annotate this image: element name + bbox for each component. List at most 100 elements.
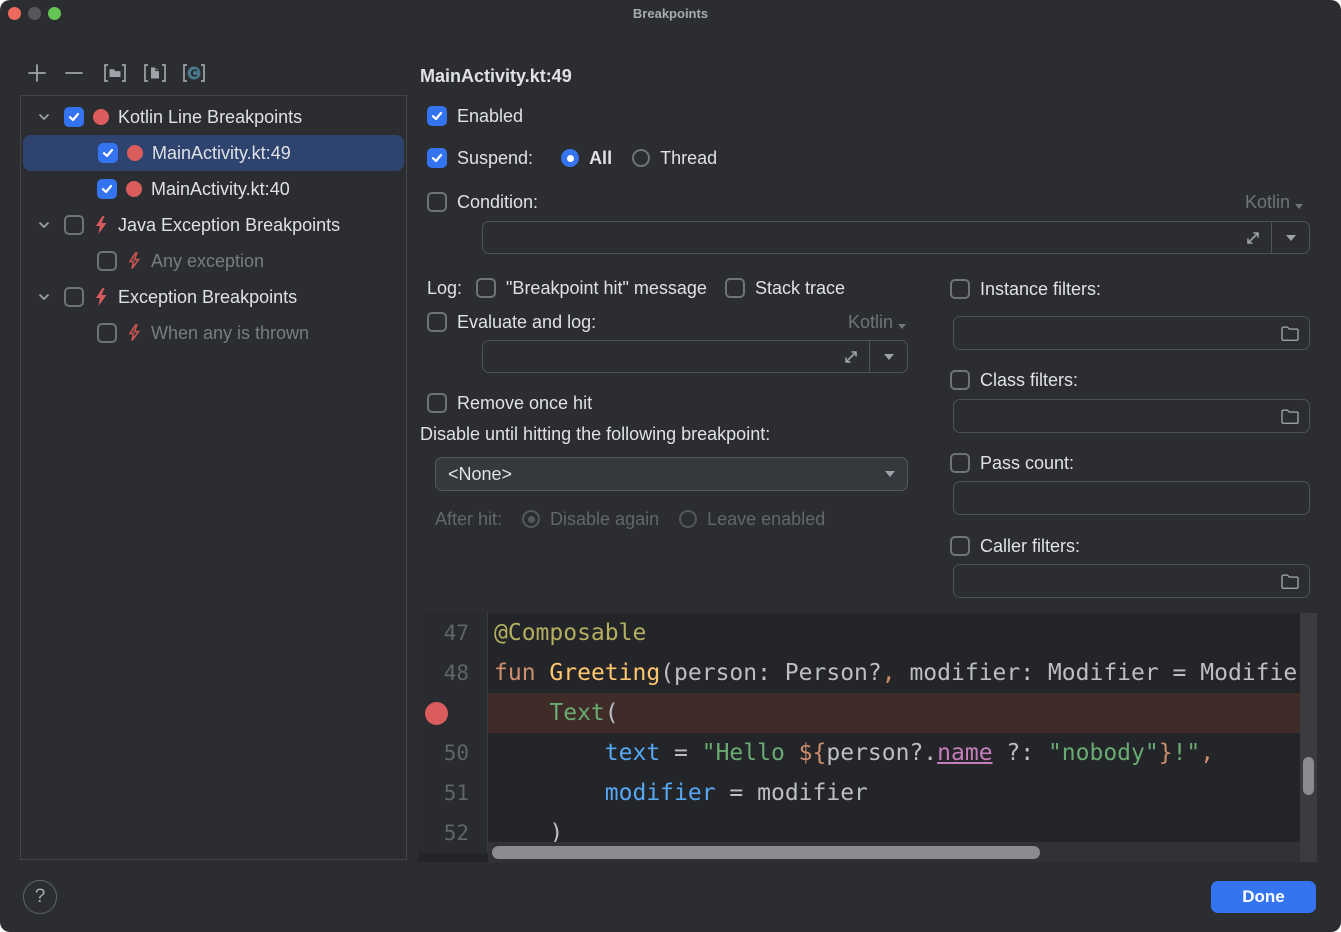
tree-item-exception-breakpoints[interactable]: Exception Breakpoints bbox=[22, 279, 405, 315]
evaluate-language-label: Kotlin bbox=[848, 312, 893, 333]
expand-chevron[interactable] bbox=[36, 109, 52, 125]
caller-filters-input[interactable] bbox=[953, 564, 1310, 598]
check-icon bbox=[67, 110, 81, 124]
pass-count-checkbox[interactable] bbox=[950, 453, 970, 473]
check-icon bbox=[101, 146, 115, 160]
enabled-label: Enabled bbox=[457, 106, 523, 127]
done-button[interactable]: Done bbox=[1211, 881, 1316, 913]
group-file-icon bbox=[142, 61, 168, 85]
condition-checkbox[interactable] bbox=[427, 192, 447, 212]
class-filters-row: Class filters: bbox=[950, 368, 1078, 392]
disable-again-radio[interactable] bbox=[522, 510, 540, 528]
expand-chevron[interactable] bbox=[36, 217, 52, 233]
breakpoints-dialog: Breakpoints C Kotlin Line BreakpointsMai… bbox=[0, 0, 1341, 932]
move-to-group-button[interactable] bbox=[142, 61, 168, 85]
evaluate-input[interactable] bbox=[482, 340, 908, 373]
folder-icon[interactable] bbox=[1280, 573, 1300, 590]
expand-icon[interactable] bbox=[843, 349, 859, 365]
exception-bolt-icon bbox=[93, 287, 109, 307]
enabled-checkbox[interactable] bbox=[427, 106, 447, 126]
tree-item-label: When any is thrown bbox=[151, 323, 309, 344]
suspend-checkbox[interactable] bbox=[427, 148, 447, 168]
tree-item-checkbox[interactable] bbox=[98, 143, 118, 163]
tree-item-mainactivity-kt-49[interactable]: MainActivity.kt:49 bbox=[23, 135, 404, 171]
condition-language-selector[interactable]: Kotlin bbox=[1245, 190, 1303, 214]
breakpoint-title: MainActivity.kt:49 bbox=[420, 66, 572, 87]
tree-item-when-any-is-thrown[interactable]: When any is thrown bbox=[22, 315, 405, 351]
instance-filters-input[interactable] bbox=[953, 316, 1310, 350]
disable-until-combobox[interactable]: <None> bbox=[435, 457, 908, 491]
suspend-all-label: All bbox=[589, 148, 612, 169]
class-filters-label: Class filters: bbox=[980, 370, 1078, 391]
vertical-scrollbar-thumb[interactable] bbox=[1303, 757, 1314, 795]
evaluate-label: Evaluate and log: bbox=[457, 312, 596, 333]
folder-icon[interactable] bbox=[1280, 325, 1300, 342]
after-hit-row: After hit: Disable again Leave enabled bbox=[435, 507, 825, 531]
tree-item-mainactivity-kt-40[interactable]: MainActivity.kt:40 bbox=[22, 171, 405, 207]
tree-item-java-exception-breakpoints[interactable]: Java Exception Breakpoints bbox=[22, 207, 405, 243]
group-by-folder-icon bbox=[102, 61, 128, 85]
chevron-down-icon bbox=[885, 471, 895, 477]
help-button[interactable]: ? bbox=[23, 880, 57, 914]
tree-item-checkbox[interactable] bbox=[64, 287, 84, 307]
suspend-all-radio[interactable] bbox=[561, 149, 579, 167]
horizontal-scrollbar[interactable] bbox=[488, 842, 1300, 862]
tree-item-checkbox[interactable] bbox=[97, 179, 117, 199]
instance-filters-checkbox[interactable] bbox=[950, 279, 970, 299]
log-message-label: "Breakpoint hit" message bbox=[506, 278, 707, 299]
group-by-class-button[interactable]: C bbox=[181, 61, 207, 85]
minus-icon bbox=[63, 62, 85, 84]
suspend-thread-radio[interactable] bbox=[632, 149, 650, 167]
folder-icon[interactable] bbox=[1280, 408, 1300, 425]
pass-count-row: Pass count: bbox=[950, 451, 1074, 475]
leave-enabled-radio[interactable] bbox=[679, 510, 697, 528]
tree-item-kotlin-line-breakpoints[interactable]: Kotlin Line Breakpoints bbox=[22, 99, 405, 135]
pass-count-input[interactable] bbox=[953, 481, 1310, 515]
gutter-line-number: 48 bbox=[418, 653, 488, 693]
help-label: ? bbox=[35, 886, 46, 908]
tree-item-label: MainActivity.kt:40 bbox=[151, 179, 290, 200]
tree-item-checkbox[interactable] bbox=[64, 215, 84, 235]
gutter-breakpoint[interactable] bbox=[418, 693, 488, 733]
expand-icon[interactable] bbox=[1245, 230, 1261, 246]
class-filters-checkbox[interactable] bbox=[950, 370, 970, 390]
group-by-class-icon: C bbox=[181, 61, 207, 85]
log-message-checkbox[interactable] bbox=[476, 278, 496, 298]
expand-chevron[interactable] bbox=[36, 289, 52, 305]
condition-input[interactable] bbox=[482, 221, 1310, 254]
condition-history-dropdown[interactable] bbox=[1271, 222, 1309, 253]
class-filters-input[interactable] bbox=[953, 399, 1310, 433]
language-dropdown-icon bbox=[1295, 204, 1303, 209]
tree-item-any-exception[interactable]: Any exception bbox=[22, 243, 405, 279]
condition-label: Condition: bbox=[457, 192, 538, 213]
remove-once-hit-checkbox[interactable] bbox=[427, 393, 447, 413]
caller-filters-checkbox[interactable] bbox=[950, 536, 970, 556]
language-dropdown-icon bbox=[898, 324, 906, 329]
evaluate-checkbox[interactable] bbox=[427, 312, 447, 332]
breakpoint-dot-icon[interactable] bbox=[425, 702, 448, 725]
evaluate-row: Evaluate and log: bbox=[427, 310, 596, 334]
remove-once-hit-row: Remove once hit bbox=[427, 391, 592, 415]
code-text: fun Greeting(person: Person?, modifier: … bbox=[488, 653, 1300, 693]
tree-item-checkbox[interactable] bbox=[97, 251, 117, 271]
stack-trace-label: Stack trace bbox=[755, 278, 845, 299]
evaluate-language-selector[interactable]: Kotlin bbox=[848, 310, 906, 334]
suspend-thread-label: Thread bbox=[660, 148, 717, 169]
horizontal-scrollbar-thumb[interactable] bbox=[492, 846, 1040, 859]
add-breakpoint-button[interactable] bbox=[24, 61, 50, 85]
disable-again-label: Disable again bbox=[550, 509, 659, 530]
evaluate-history-dropdown[interactable] bbox=[869, 341, 907, 372]
stack-trace-checkbox[interactable] bbox=[725, 278, 745, 298]
gutter-line-number: 51 bbox=[418, 773, 488, 813]
remove-breakpoint-button[interactable] bbox=[61, 61, 87, 85]
tree-item-checkbox[interactable] bbox=[64, 107, 84, 127]
instance-filters-label: Instance filters: bbox=[980, 279, 1101, 300]
after-hit-label: After hit: bbox=[435, 509, 502, 530]
code-line: Text( bbox=[418, 693, 1300, 733]
done-label: Done bbox=[1242, 887, 1285, 907]
tree-item-checkbox[interactable] bbox=[97, 323, 117, 343]
vertical-scrollbar[interactable] bbox=[1300, 613, 1317, 862]
group-by-file-button[interactable] bbox=[102, 61, 128, 85]
check-icon bbox=[430, 151, 444, 165]
instance-filters-row: Instance filters: bbox=[950, 277, 1101, 301]
